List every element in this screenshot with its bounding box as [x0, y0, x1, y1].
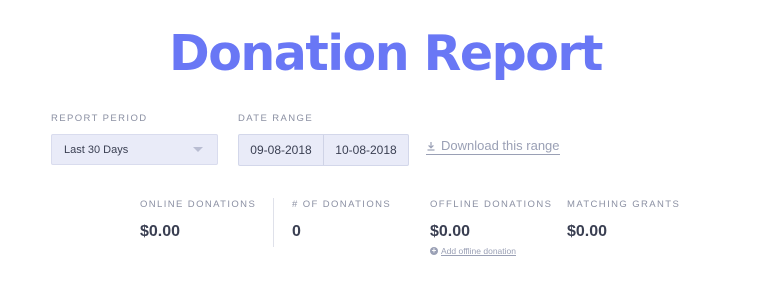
- date-range-label: DATE RANGE: [238, 113, 314, 124]
- download-range-label: Download this range: [441, 138, 560, 153]
- stat-number-of-donations: # OF DONATIONS 0: [292, 199, 391, 242]
- stat-online-donations: ONLINE DONATIONS $0.00: [140, 199, 256, 242]
- date-range-group: DATE RANGE 09-08-2018 10-08-2018: [238, 113, 409, 166]
- stat-value: $0.00: [567, 223, 608, 240]
- stat-label: MATCHING GRANTS: [567, 199, 681, 210]
- add-offline-donation-label: Add offline donation: [441, 246, 516, 256]
- stat-label: OFFLINE DONATIONS: [430, 199, 553, 210]
- stat-label: ONLINE DONATIONS: [140, 199, 257, 210]
- stat-value: $0.00: [430, 223, 471, 240]
- stat-value: $0.00: [140, 223, 181, 240]
- stats-divider: [273, 198, 274, 247]
- plus-circle-icon: +: [430, 246, 438, 255]
- stat-label: # OF DONATIONS: [292, 199, 392, 210]
- download-range-link[interactable]: Download this range: [426, 138, 560, 155]
- page-title: Donation Report: [169, 25, 603, 82]
- end-date-field[interactable]: 10-08-2018: [324, 135, 408, 165]
- chevron-down-icon: [193, 147, 203, 152]
- download-icon: [427, 141, 435, 151]
- report-period-label: REPORT PERIOD: [51, 113, 148, 124]
- stat-matching-grants: MATCHING GRANTS $0.00: [567, 199, 680, 242]
- report-period-value: Last 30 Days: [64, 143, 129, 156]
- stat-offline-donations: OFFLINE DONATIONS $0.00 + Add offline do…: [430, 199, 552, 256]
- start-date-field[interactable]: 09-08-2018: [239, 135, 324, 165]
- stat-value: 0: [292, 223, 301, 240]
- date-range-picker: 09-08-2018 10-08-2018: [238, 134, 409, 166]
- add-offline-donation-link[interactable]: + Add offline donation: [430, 246, 552, 256]
- report-period-select[interactable]: Last 30 Days: [51, 134, 218, 165]
- report-period-group: REPORT PERIOD Last 30 Days: [51, 113, 218, 165]
